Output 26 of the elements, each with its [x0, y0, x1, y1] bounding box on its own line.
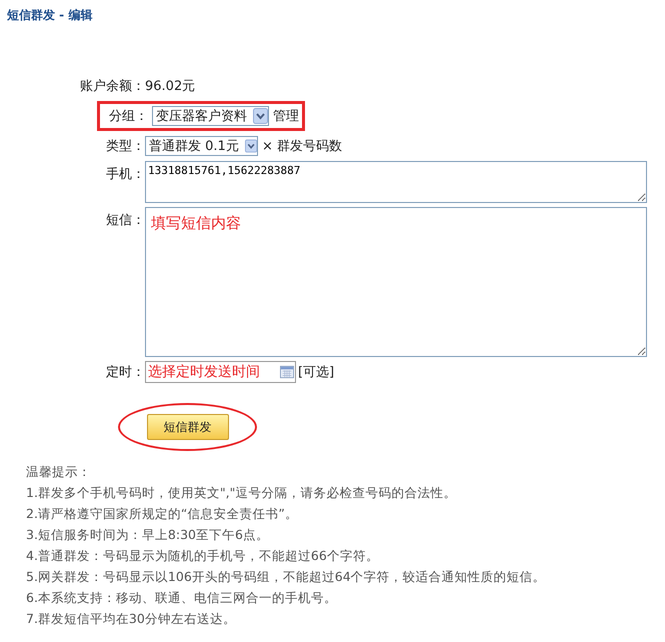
schedule-field[interactable]: 选择定时发送时间 — [145, 361, 296, 383]
field-label: 类型： — [105, 138, 145, 155]
tip-text: 2.请严格遵守国家所规定的“信息安全责任书”。 — [26, 505, 299, 523]
field-label: 手机： — [105, 166, 145, 183]
tip-text: 1.群发多个手机号码时，使用英文","逗号分隔，请务必检查号码的合法性。 — [26, 484, 458, 502]
tip-text: 4.普通群发：号码显示为随机的手机号，不能超过66个字符。 — [26, 547, 380, 565]
tip-text: 5.网关群发：号码显示以106开头的号码组，不能超过64个字符，较适合通知性质的短信。 — [26, 568, 547, 586]
balance-value: 96.02元 — [145, 78, 196, 95]
page-title: 短信群发 - 编辑 — [6, 7, 94, 24]
tip-text: 7.群发短信平均在30分钟左右送达。 — [26, 610, 237, 628]
type-select[interactable]: 普通群发 0.1元 — [145, 136, 258, 156]
tip-text: 6.本系统支持：移动、联通、电信三网合一的手机号。 — [26, 589, 338, 607]
field-label: 定时： — [105, 364, 145, 381]
field-label: 分组： — [108, 108, 148, 125]
send-button[interactable]: 短信群发 — [146, 414, 228, 440]
manage-link[interactable]: 管理 — [273, 107, 299, 125]
field-label: 短信： — [105, 212, 145, 229]
field-label: 账户余额： — [79, 78, 145, 95]
type-suffix: × 群发号码数 — [262, 138, 342, 155]
message-field[interactable]: 填写短信内容 — [145, 207, 647, 357]
calendar-icon[interactable] — [280, 365, 294, 379]
tip-text: 3.短信服务时间为：早上8:30至下午6点。 — [26, 526, 270, 544]
optional-note: [可选] — [298, 364, 334, 381]
group-select[interactable]: 变压器客户资料 — [152, 106, 269, 126]
tips-heading: 温馨提示： — [26, 463, 92, 481]
phone-field[interactable]: 13318815761,15622283887 — [145, 161, 647, 203]
